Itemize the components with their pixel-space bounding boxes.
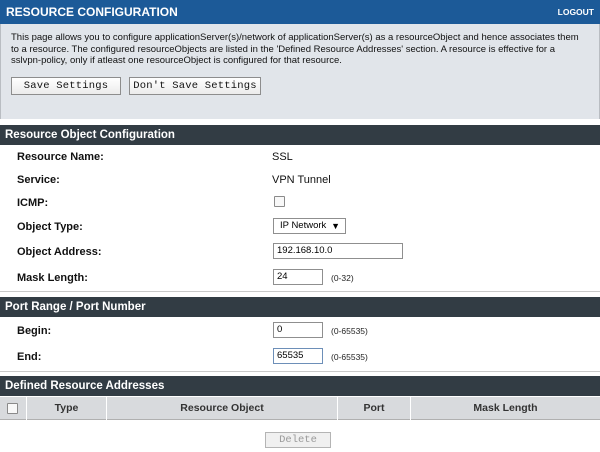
end-port-input[interactable]: 65535 <box>273 348 323 364</box>
mask-length-hint: (0-32) <box>331 273 354 283</box>
resource-name-label: Resource Name: <box>17 151 104 163</box>
object-address-input[interactable]: 192.168.10.0 <box>273 243 403 259</box>
column-header-resource-object[interactable]: Resource Object <box>106 397 337 420</box>
resource-name-value: SSL <box>272 151 293 163</box>
icmp-label: ICMP: <box>17 197 49 209</box>
select-all-column <box>0 397 26 420</box>
service-value: VPN Tunnel <box>272 174 331 186</box>
service-label: Service: <box>17 174 60 186</box>
addresses-table-header: Type Resource Object Port Mask Length <box>0 397 600 420</box>
select-all-checkbox[interactable] <box>7 403 18 414</box>
dont-save-settings-button[interactable]: Don't Save Settings <box>129 77 261 95</box>
section-divider <box>0 371 600 372</box>
column-header-type[interactable]: Type <box>26 397 106 420</box>
chevron-down-icon: ▼ <box>331 221 340 231</box>
object-type-select[interactable]: IP Network ▼ <box>273 218 346 234</box>
begin-port-input[interactable]: 0 <box>273 322 323 338</box>
column-header-port[interactable]: Port <box>337 397 410 420</box>
end-port-hint: (0-65535) <box>331 352 368 362</box>
column-header-mask-length[interactable]: Mask Length <box>410 397 600 420</box>
page-description: This page allows you to configure applic… <box>11 32 579 66</box>
object-type-selected-value: IP Network <box>280 220 327 231</box>
defined-addresses-section-header: Defined Resource Addresses <box>0 376 600 396</box>
info-panel: This page allows you to configure applic… <box>0 24 600 119</box>
section-divider <box>0 291 600 292</box>
icmp-checkbox[interactable] <box>274 196 285 207</box>
begin-port-label: Begin: <box>17 325 52 337</box>
page-header: RESOURCE CONFIGURATION LOGOUT <box>0 0 600 24</box>
mask-length-input[interactable]: 24 <box>273 269 323 285</box>
save-settings-button[interactable]: Save Settings <box>11 77 121 95</box>
end-port-label: End: <box>17 351 42 363</box>
object-type-label: Object Type: <box>17 221 83 233</box>
page-title: RESOURCE CONFIGURATION <box>6 5 178 19</box>
port-range-section-header: Port Range / Port Number <box>0 297 600 317</box>
resource-object-section-header: Resource Object Configuration <box>0 125 600 145</box>
delete-button[interactable]: Delete <box>265 432 331 448</box>
logout-link[interactable]: LOGOUT <box>558 7 594 17</box>
mask-length-label: Mask Length: <box>17 272 88 284</box>
begin-port-hint: (0-65535) <box>331 326 368 336</box>
object-address-label: Object Address: <box>17 246 102 258</box>
